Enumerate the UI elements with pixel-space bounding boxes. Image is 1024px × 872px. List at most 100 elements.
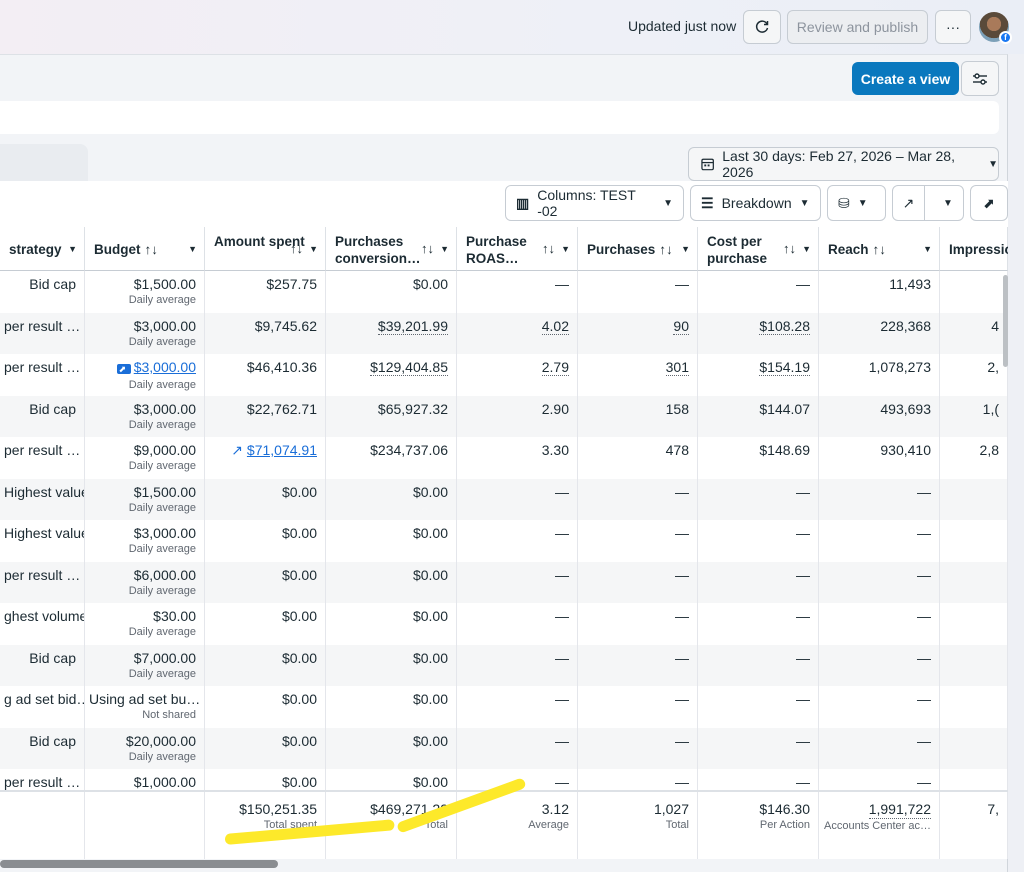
table-row[interactable]: Highest value $3,000.00 Daily average $0.00… [0,520,1008,562]
cell-amount-spent: $0.00 [205,727,326,769]
sort-icon[interactable]: ↑↓ [542,240,555,257]
cell-budget: Using ad set bu… Not shared [85,686,205,728]
reports-button[interactable]: ⛁ ▼ [827,185,886,221]
table-row[interactable]: per result … $3,000.00 Daily average $9,745… [0,312,1008,354]
chevron-down-icon[interactable]: ▼ [68,241,77,258]
cell-value: — [555,276,569,292]
table-row[interactable]: Bid cap $20,000.00 Daily average $0.00 $0.00… [0,727,1008,769]
column-header-label: Purchase ROAS… [466,234,527,266]
chevron-down-icon[interactable]: ▼ [923,241,932,258]
cell-purchases-conversion: $0.00 [326,561,457,603]
chevron-down-icon[interactable]: ▼ [802,241,811,258]
cell-value: 4 [991,317,999,334]
cell-budget: ⬈ $3,000.00 Daily average [85,354,205,396]
cell-value: $129,404.85 [370,359,448,376]
review-publish-button[interactable]: Review and publish [787,10,928,44]
table-row[interactable]: g ad set bid… Using ad set bu… Not shared $… [0,686,1008,728]
column-header-label: Reach [828,242,869,257]
chevron-down-icon[interactable]: ▼ [309,241,318,258]
column-header-purchases[interactable]: Purchases ↑↓ ▼ [578,227,698,271]
cell-reach: — [819,644,940,686]
chevron-down-icon[interactable]: ▼ [681,241,690,258]
trend-up-icon: ↗ [231,442,247,458]
sort-icon[interactable]: ↑↓ [873,242,887,257]
column-header-strategy[interactable]: strategy ▼ [0,227,85,271]
table-row[interactable]: per result … $9,000.00 Daily average ↗ $71,… [0,437,1008,479]
cell-cost-per-purchase: — [698,727,819,769]
cell-purchase-roas: — [457,520,578,562]
sort-icon[interactable]: ↑↓ [783,240,796,257]
cell-budget: $1,500.00 Daily average [85,271,205,313]
create-view-button[interactable]: Create a view [852,62,959,95]
sort-icon[interactable]: ↑↓ [145,242,159,257]
refresh-button[interactable] [743,10,781,44]
budget-type-label: Daily average [128,294,196,306]
table-row[interactable]: Bid cap $7,000.00 Daily average $0.00 $0.00 —… [0,644,1008,686]
column-header-reach[interactable]: Reach ↑↓ ▼ [819,227,940,271]
cell-cost-per-purchase: $108.28 [698,312,819,354]
cell-value: — [917,732,931,749]
cell-purchases-conversion: $39,201.99 [326,312,457,354]
chevron-down-icon[interactable]: ▼ [561,241,570,258]
sort-icon[interactable]: ↑↓ [421,240,434,257]
chevron-down-icon[interactable]: ▼ [188,241,197,258]
cell-value: $0.00 [281,691,317,707]
cell-reach: — [819,520,940,562]
cell-value: — [555,732,569,749]
cell-value: 11,493 [889,276,931,292]
database-icon: ⛁ [838,194,850,211]
column-header-amount-spent[interactable]: Amount spent ↑↓ ▼ [205,227,326,271]
tab-area[interactable] [0,144,88,181]
breakdown-button[interactable]: ☰ Breakdown ▼ [690,185,821,221]
sort-icon[interactable]: ↑↓ [290,240,303,257]
cell-value: 158 [665,400,689,417]
vertical-scrollbar[interactable] [1003,275,1008,367]
cell-value: 930,410 [880,442,931,458]
cell-budget: $6,000.00 Daily average [85,561,205,603]
chevron-down-icon[interactable]: ▼ [440,241,449,258]
column-header-cost-per-purchase[interactable]: Cost per purchase ↑↓ ▼ [698,227,819,271]
budget-type-label: Daily average [128,626,196,638]
date-range-picker[interactable]: Last 30 days: Feb 27, 2026 – Mar 28, 202… [688,147,999,181]
cell-value: $0.00 [412,566,448,583]
cell-value: — [917,608,931,624]
cell-reach: — [819,561,940,603]
cell-impressions: 2,8 [940,437,1008,479]
table-row[interactable]: Highest value $1,500.00 Daily average $0.00… [0,478,1008,520]
export-button[interactable]: ↗ ▼ [892,185,964,221]
cell-value: — [796,276,810,292]
more-options-button[interactable]: ··· [935,10,971,44]
table-row[interactable]: Bid cap $3,000.00 Daily average $22,762.71 $… [0,395,1008,437]
cell-value: 1,( [982,400,999,417]
cell-value[interactable]: $71,074.91 [247,442,317,458]
sort-icon[interactable]: ↑↓ [659,242,673,257]
cell-value: 2.90 [541,400,569,417]
cell-amount-spent: $9,745.62 [205,312,326,354]
horizontal-scrollbar[interactable] [0,860,278,868]
search-bar[interactable] [0,101,999,134]
column-header-impressions[interactable]: Impressio… [940,227,1008,271]
column-header-purchase-roas[interactable]: Purchase ROAS… ↑↓ ▼ [457,227,578,271]
cell-value: per result … [4,317,81,334]
cell-strategy: Highest value [0,520,85,562]
cell-purchase-roas: 2.79 [457,354,578,396]
table-row[interactable]: per result … ⬈ $3,000.00 Daily average $46,… [0,354,1008,396]
column-header-purchases-conversion[interactable]: Purchases conversion… ↑↓ ▼ [326,227,457,271]
chart-view-button[interactable]: ⬈ [970,185,1008,221]
totals-budget-cell [85,792,205,859]
column-header-budget[interactable]: Budget ↑↓ ▼ [85,227,205,271]
cell-purchases: — [578,478,698,520]
cell-value[interactable]: $3,000.00 [134,359,196,375]
cell-cost-per-purchase: — [698,603,819,645]
table-row[interactable]: Bid cap $1,500.00 Daily average $257.75 $0.0… [0,271,1008,313]
table-row[interactable]: per result … $6,000.00 Daily average $0.00 $… [0,561,1008,603]
cell-value: — [917,691,931,707]
table-row[interactable]: ghest volume $30.00 Daily average $0.00 $0.0… [0,603,1008,645]
cell-strategy: Bid cap [0,727,85,769]
cell-reach: — [819,727,940,769]
cell-budget: $3,000.00 Daily average [85,520,205,562]
view-settings-button[interactable] [961,61,999,96]
columns-button[interactable]: ▥ Columns: TEST -02 ▼ [505,185,684,221]
avatar[interactable]: f [979,12,1012,44]
cell-value: Bid cap [29,400,76,417]
